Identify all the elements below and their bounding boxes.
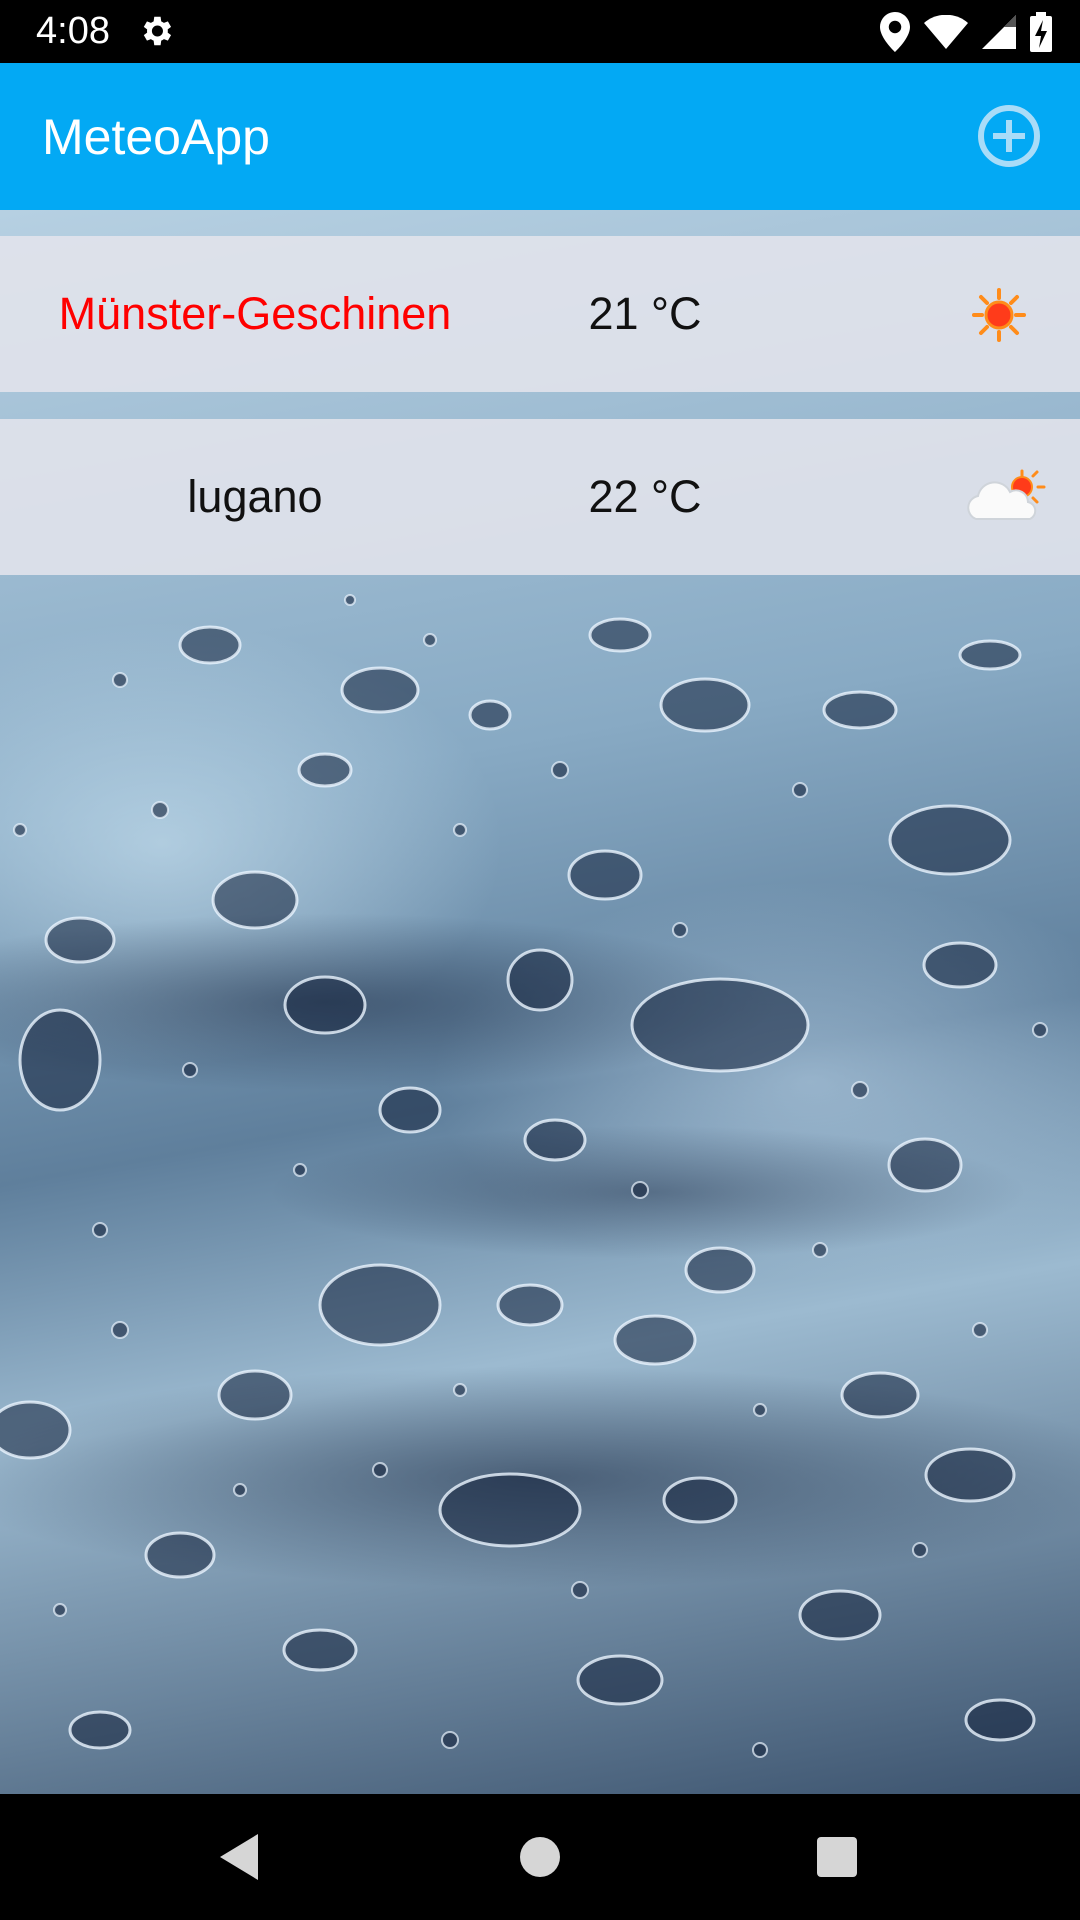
app-bar: MeteoApp — [0, 63, 1080, 210]
cell-signal-icon — [982, 15, 1016, 49]
recents-icon[interactable] — [804, 1824, 870, 1890]
city-temperature: 21 °C — [588, 288, 702, 339]
wifi-icon — [924, 15, 968, 49]
city-temperature: 22 °C — [588, 471, 702, 522]
city-list-item[interactable]: Münster-Geschinen 21 °C — [0, 236, 1080, 392]
app-title: MeteoApp — [42, 109, 270, 165]
city-list-item[interactable]: lugano 22 °C — [0, 419, 1080, 575]
city-list-area: Münster-Geschinen 21 °C lugano 22 °C — [0, 210, 1080, 1794]
home-icon[interactable] — [507, 1824, 573, 1890]
city-name: lugano — [187, 471, 323, 522]
battery-charging-icon — [1030, 12, 1052, 52]
city-name: Münster-Geschinen — [58, 288, 452, 339]
sun-icon — [972, 288, 1026, 342]
settings-gear-icon — [143, 16, 172, 46]
status-bar: 4:08 — [0, 0, 1080, 63]
location-pin-icon — [880, 12, 910, 52]
status-time: 4:08 — [36, 10, 110, 52]
navigation-bar — [0, 1794, 1080, 1920]
back-icon[interactable] — [206, 1824, 272, 1890]
partly-cloudy-icon — [967, 469, 1046, 520]
add-circle-icon[interactable] — [976, 103, 1042, 169]
